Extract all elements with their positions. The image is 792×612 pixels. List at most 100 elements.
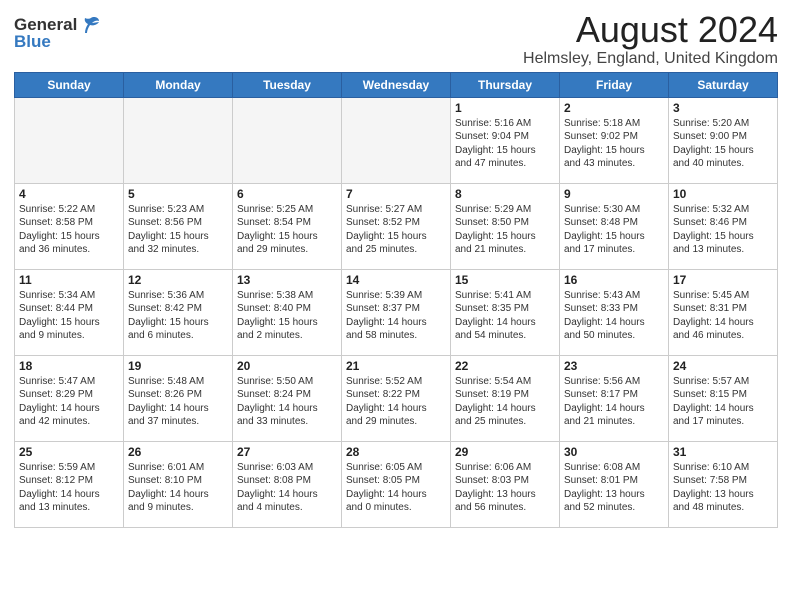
calendar-cell: 2 Sunrise: 5:18 AM Sunset: 9:02 PM Daylig… [560, 97, 669, 183]
day-info: Sunrise: 6:10 AM Sunset: 7:58 PM Dayligh… [673, 461, 773, 515]
day-number: 4 [19, 187, 119, 201]
day-number: 11 [19, 273, 119, 287]
day-info: Sunrise: 5:32 AM Sunset: 8:46 PM Dayligh… [673, 203, 773, 257]
day-info: Sunrise: 6:03 AM Sunset: 8:08 PM Dayligh… [237, 461, 337, 515]
day-info: Sunrise: 5:59 AM Sunset: 8:12 PM Dayligh… [19, 461, 119, 515]
calendar-cell: 3Sunrise: 5:20 AM Sunset: 9:00 PM Daylig… [669, 97, 778, 183]
day-info: Sunrise: 5:29 AM Sunset: 8:50 PM Dayligh… [455, 203, 555, 257]
day-info: Sunrise: 5:30 AM Sunset: 8:48 PM Dayligh… [564, 203, 664, 257]
day-number: 24 [673, 359, 773, 373]
day-number: 9 [564, 187, 664, 201]
page: General Blue August 2024 Helmsley, Engla… [0, 0, 792, 612]
calendar-week-row: 18 Sunrise: 5:47 AM Sunset: 8:29 PM Dayli… [15, 355, 778, 441]
day-number: 21 [346, 359, 446, 373]
page-subtitle: Helmsley, England, United Kingdom [523, 50, 778, 68]
calendar-cell: 5 Sunrise: 5:23 AM Sunset: 8:56 PM Daylig… [124, 183, 233, 269]
logo-bird-icon [79, 14, 101, 36]
calendar-cell [124, 97, 233, 183]
calendar-cell: 22 Sunrise: 5:54 AM Sunset: 8:19 PM Dayli… [451, 355, 560, 441]
weekday-header-sunday: Sunday [15, 72, 124, 97]
day-number: 10 [673, 187, 773, 201]
day-number: 16 [564, 273, 664, 287]
calendar-cell: 29 Sunrise: 6:06 AM Sunset: 8:03 PM Dayli… [451, 441, 560, 527]
day-info: Sunrise: 5:27 AM Sunset: 8:52 PM Dayligh… [346, 203, 446, 257]
day-info: Sunrise: 5:52 AM Sunset: 8:22 PM Dayligh… [346, 375, 446, 429]
calendar-cell: 24 Sunrise: 5:57 AM Sunset: 8:15 PM Dayli… [669, 355, 778, 441]
calendar-header-row: SundayMondayTuesdayWednesdayThursdayFrid… [15, 72, 778, 97]
day-number: 6 [237, 187, 337, 201]
day-info: Sunrise: 5:38 AM Sunset: 8:40 PM Dayligh… [237, 289, 337, 343]
calendar-cell: 23 Sunrise: 5:56 AM Sunset: 8:17 PM Dayli… [560, 355, 669, 441]
day-number: 31 [673, 445, 773, 459]
day-number: 13 [237, 273, 337, 287]
calendar-cell: 13 Sunrise: 5:38 AM Sunset: 8:40 PM Dayli… [233, 269, 342, 355]
day-info: Sunrise: 5:45 AM Sunset: 8:31 PM Dayligh… [673, 289, 773, 343]
day-info: Sunrise: 5:54 AM Sunset: 8:19 PM Dayligh… [455, 375, 555, 429]
day-number: 23 [564, 359, 664, 373]
calendar-cell: 28Sunrise: 6:05 AM Sunset: 8:05 PM Dayli… [342, 441, 451, 527]
calendar-cell: 19 Sunrise: 5:48 AM Sunset: 8:26 PM Dayli… [124, 355, 233, 441]
calendar-week-row: 11 Sunrise: 5:34 AM Sunset: 8:44 PM Dayli… [15, 269, 778, 355]
calendar-cell: 14 Sunrise: 5:39 AM Sunset: 8:37 PM Dayli… [342, 269, 451, 355]
day-number: 28 [346, 445, 446, 459]
calendar-cell: 9 Sunrise: 5:30 AM Sunset: 8:48 PM Daylig… [560, 183, 669, 269]
calendar-cell: 7 Sunrise: 5:27 AM Sunset: 8:52 PM Daylig… [342, 183, 451, 269]
weekday-header-wednesday: Wednesday [342, 72, 451, 97]
day-number: 12 [128, 273, 228, 287]
logo: General Blue [14, 10, 101, 52]
calendar-cell: 21 Sunrise: 5:52 AM Sunset: 8:22 PM Dayli… [342, 355, 451, 441]
day-number: 27 [237, 445, 337, 459]
calendar-cell: 26 Sunrise: 6:01 AM Sunset: 8:10 PM Dayli… [124, 441, 233, 527]
day-number: 8 [455, 187, 555, 201]
day-info: Sunrise: 5:34 AM Sunset: 8:44 PM Dayligh… [19, 289, 119, 343]
calendar-cell [342, 97, 451, 183]
day-info: Sunrise: 6:08 AM Sunset: 8:01 PM Dayligh… [564, 461, 664, 515]
calendar-cell: 6 Sunrise: 5:25 AM Sunset: 8:54 PM Daylig… [233, 183, 342, 269]
day-info: Sunrise: 5:47 AM Sunset: 8:29 PM Dayligh… [19, 375, 119, 429]
calendar-cell: 18 Sunrise: 5:47 AM Sunset: 8:29 PM Dayli… [15, 355, 124, 441]
day-number: 26 [128, 445, 228, 459]
day-info: Sunrise: 5:56 AM Sunset: 8:17 PM Dayligh… [564, 375, 664, 429]
calendar-week-row: 25 Sunrise: 5:59 AM Sunset: 8:12 PM Dayli… [15, 441, 778, 527]
day-info: Sunrise: 6:06 AM Sunset: 8:03 PM Dayligh… [455, 461, 555, 515]
day-number: 3 [673, 101, 773, 115]
day-info: Sunrise: 5:18 AM Sunset: 9:02 PM Dayligh… [564, 117, 664, 171]
day-number: 25 [19, 445, 119, 459]
day-info: Sunrise: 5:57 AM Sunset: 8:15 PM Dayligh… [673, 375, 773, 429]
day-number: 2 [564, 101, 664, 115]
day-info: Sunrise: 5:23 AM Sunset: 8:56 PM Dayligh… [128, 203, 228, 257]
calendar-table: SundayMondayTuesdayWednesdayThursdayFrid… [14, 72, 778, 528]
day-info: Sunrise: 5:39 AM Sunset: 8:37 PM Dayligh… [346, 289, 446, 343]
day-number: 22 [455, 359, 555, 373]
weekday-header-saturday: Saturday [669, 72, 778, 97]
calendar-cell: 4Sunrise: 5:22 AM Sunset: 8:58 PM Daylig… [15, 183, 124, 269]
day-number: 7 [346, 187, 446, 201]
title-area: August 2024 Helmsley, England, United Ki… [523, 10, 778, 68]
calendar-cell: 15Sunrise: 5:41 AM Sunset: 8:35 PM Dayli… [451, 269, 560, 355]
day-number: 5 [128, 187, 228, 201]
calendar-cell: 31 Sunrise: 6:10 AM Sunset: 7:58 PM Dayli… [669, 441, 778, 527]
day-info: Sunrise: 5:43 AM Sunset: 8:33 PM Dayligh… [564, 289, 664, 343]
calendar-cell: 25 Sunrise: 5:59 AM Sunset: 8:12 PM Dayli… [15, 441, 124, 527]
calendar-cell: 27 Sunrise: 6:03 AM Sunset: 8:08 PM Dayli… [233, 441, 342, 527]
weekday-header-friday: Friday [560, 72, 669, 97]
calendar-cell: 17 Sunrise: 5:45 AM Sunset: 8:31 PM Dayli… [669, 269, 778, 355]
day-number: 14 [346, 273, 446, 287]
day-number: 30 [564, 445, 664, 459]
day-number: 1 [455, 101, 555, 115]
day-info: Sunrise: 6:01 AM Sunset: 8:10 PM Dayligh… [128, 461, 228, 515]
day-number: 18 [19, 359, 119, 373]
day-info: Sunrise: 5:16 AM Sunset: 9:04 PM Dayligh… [455, 117, 555, 171]
logo-blue-text: Blue [14, 32, 51, 52]
day-info: Sunrise: 5:48 AM Sunset: 8:26 PM Dayligh… [128, 375, 228, 429]
weekday-header-tuesday: Tuesday [233, 72, 342, 97]
page-title: August 2024 [523, 10, 778, 50]
day-number: 17 [673, 273, 773, 287]
calendar-cell: 10 Sunrise: 5:32 AM Sunset: 8:46 PM Dayli… [669, 183, 778, 269]
day-number: 29 [455, 445, 555, 459]
day-info: Sunrise: 5:25 AM Sunset: 8:54 PM Dayligh… [237, 203, 337, 257]
calendar-cell: 11 Sunrise: 5:34 AM Sunset: 8:44 PM Dayli… [15, 269, 124, 355]
calendar-cell: 16 Sunrise: 5:43 AM Sunset: 8:33 PM Dayli… [560, 269, 669, 355]
day-info: Sunrise: 5:50 AM Sunset: 8:24 PM Dayligh… [237, 375, 337, 429]
day-number: 19 [128, 359, 228, 373]
